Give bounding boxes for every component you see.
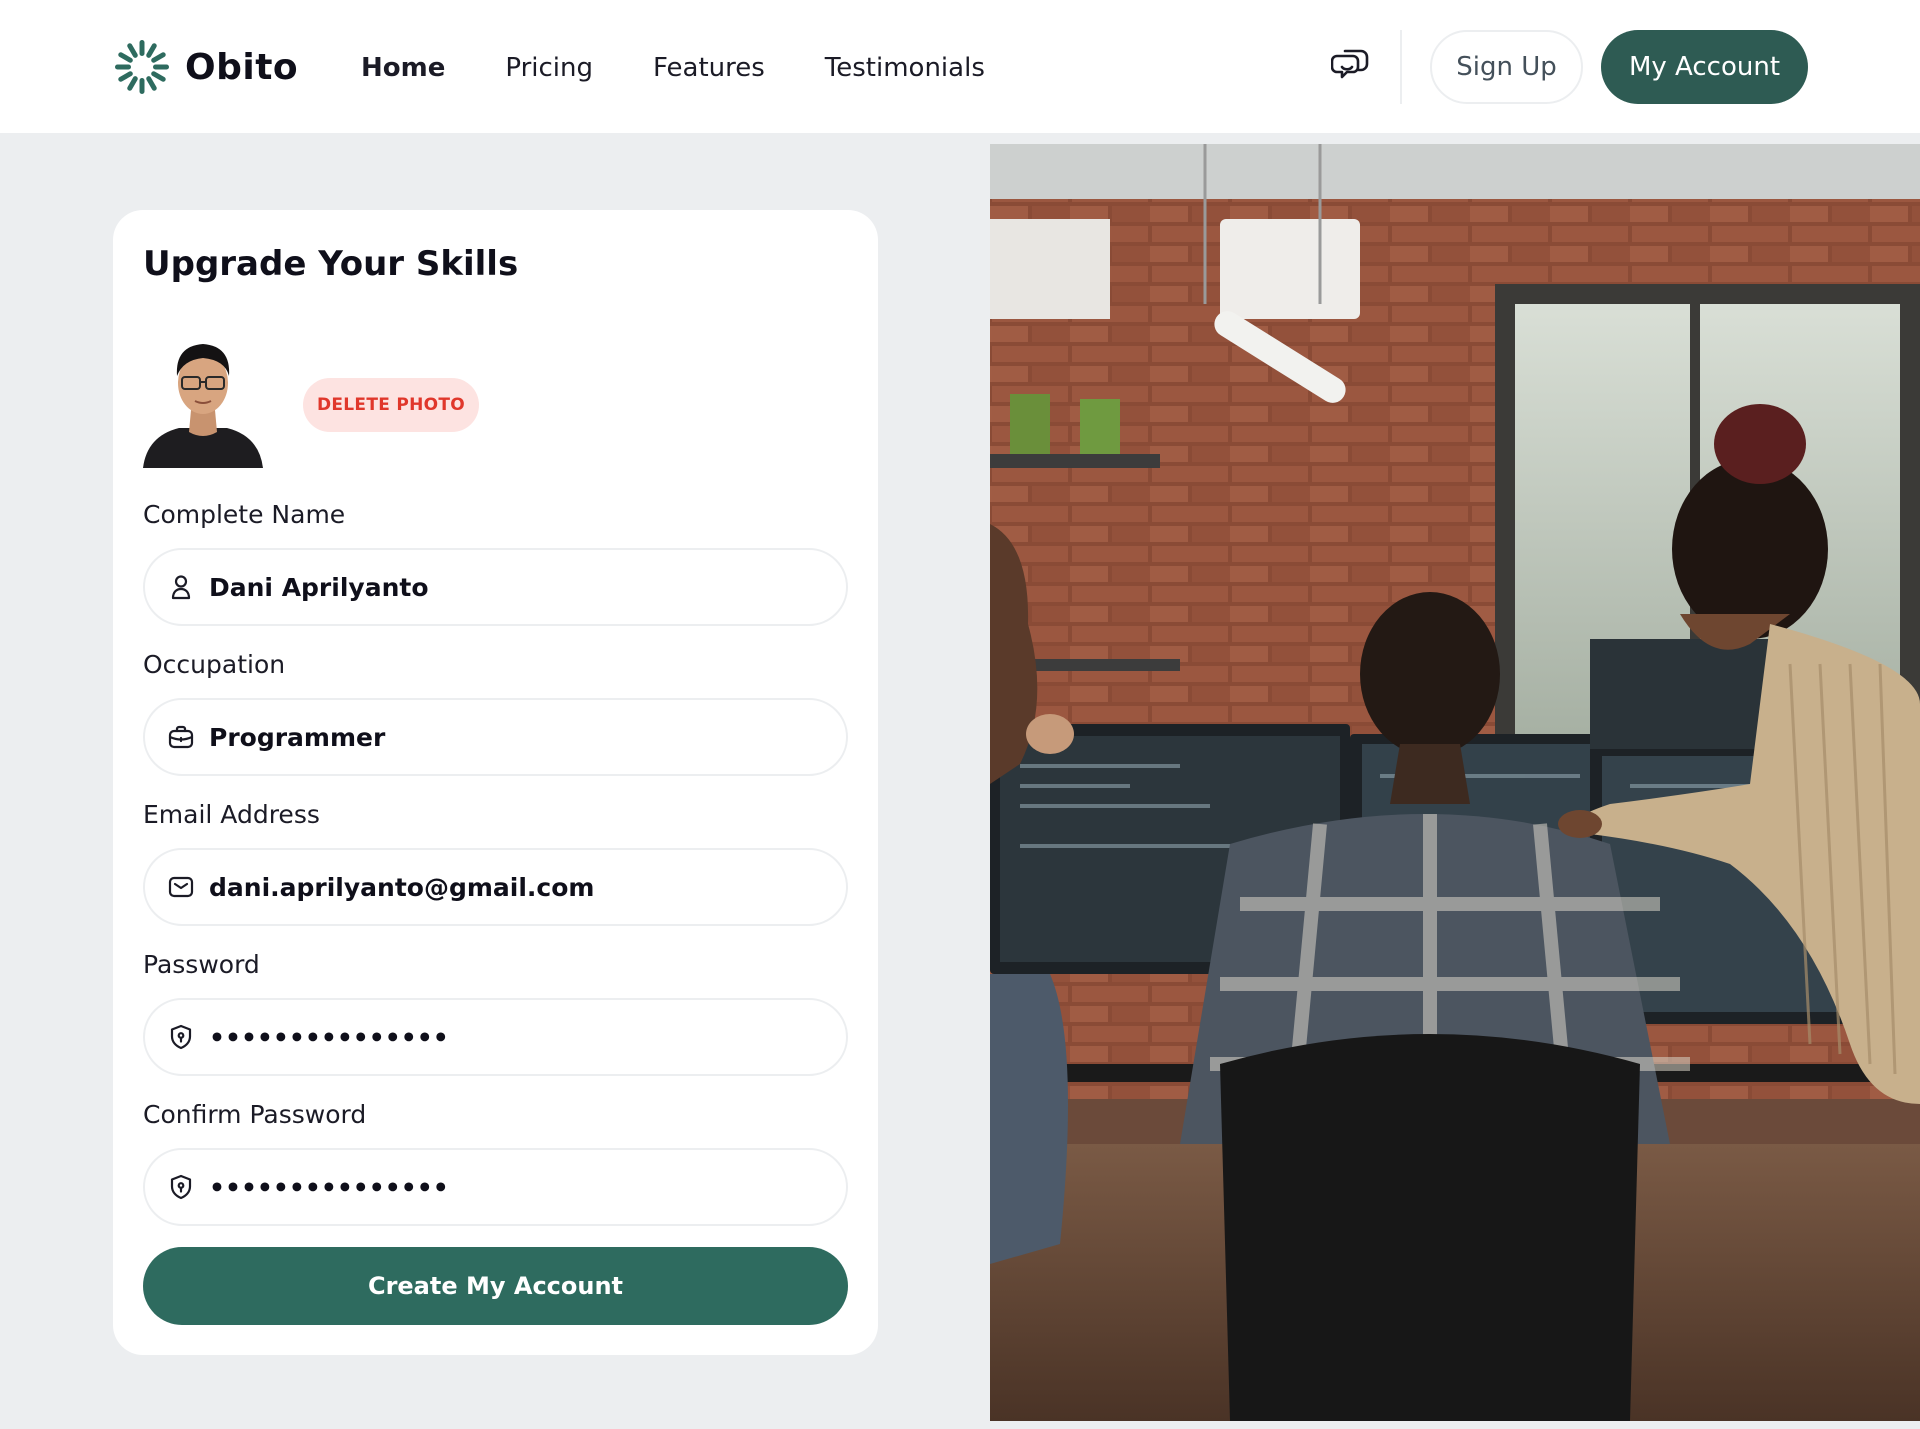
hero-photo <box>990 144 1920 1421</box>
name-label: Complete Name <box>143 500 346 529</box>
nav-features[interactable]: Features <box>653 53 765 83</box>
delete-photo-button[interactable]: DELETE PHOTO <box>303 378 479 432</box>
confirm-password-input[interactable] <box>209 1172 809 1202</box>
nav-testimonials[interactable]: Testimonials <box>825 53 985 83</box>
nav-home[interactable]: Home <box>361 53 445 83</box>
occupation-label: Occupation <box>143 650 286 679</box>
shield-icon <box>167 1173 195 1201</box>
signup-form-card: Upgrade Your Skills DELETE PHOTO Complet… <box>113 210 878 1355</box>
occupation-input[interactable] <box>209 722 809 752</box>
name-input[interactable] <box>209 572 809 602</box>
user-icon <box>167 573 195 601</box>
my-account-button[interactable]: My Account <box>1601 30 1808 104</box>
top-navbar: Obito Home Pricing Features Testimonials… <box>0 0 1920 133</box>
email-label: Email Address <box>143 800 320 829</box>
profile-photo[interactable] <box>143 328 263 468</box>
confirm-password-field[interactable] <box>143 1148 848 1226</box>
header-divider <box>1400 30 1402 104</box>
team-at-computers-image <box>990 144 1920 1421</box>
chat-bubbles-icon <box>1330 49 1369 79</box>
create-account-button[interactable]: Create My Account <box>143 1247 848 1325</box>
email-field[interactable] <box>143 848 848 926</box>
nav-pricing[interactable]: Pricing <box>505 53 593 83</box>
avatar <box>143 328 263 468</box>
briefcase-icon <box>167 723 195 751</box>
brand-logo[interactable]: Obito <box>113 38 298 96</box>
chat-button[interactable] <box>1330 47 1371 87</box>
obito-logo-icon <box>115 40 169 94</box>
form-title: Upgrade Your Skills <box>143 244 519 284</box>
main-nav: Home Pricing Features Testimonials <box>361 48 1045 88</box>
occupation-field[interactable] <box>143 698 848 776</box>
password-field[interactable] <box>143 998 848 1076</box>
email-input[interactable] <box>209 872 809 902</box>
password-label: Password <box>143 950 260 979</box>
confirm-password-label: Confirm Password <box>143 1100 367 1129</box>
password-input[interactable] <box>209 1022 809 1052</box>
brand-name: Obito <box>185 46 299 88</box>
mail-icon <box>167 873 195 901</box>
signup-button[interactable]: Sign Up <box>1430 30 1583 104</box>
name-field[interactable] <box>143 548 848 626</box>
shield-icon <box>167 1023 195 1051</box>
